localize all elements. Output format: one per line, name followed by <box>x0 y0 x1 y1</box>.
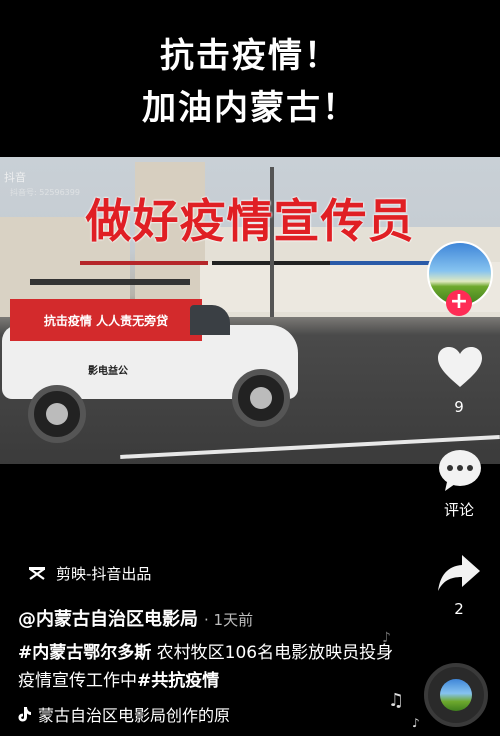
music-note-icon: ♪ <box>382 630 391 646</box>
video-description: #内蒙古鄂尔多斯 农村牧区106名电影放映员投身疫情宣传工作中#共抗疫情 <box>18 639 398 695</box>
post-time: · 1天前 <box>204 611 254 629</box>
like-count: 9 <box>454 398 464 416</box>
hashtag-link[interactable]: #共抗疫情 <box>137 671 219 691</box>
comment-icon[interactable] <box>437 448 483 492</box>
music-note-icon: ♪ <box>412 716 420 730</box>
share-arrow-icon[interactable] <box>436 553 482 593</box>
music-note-icon: ♫ <box>388 690 405 711</box>
video-banner-text: 做好疫情宣传员 <box>85 194 415 248</box>
car-wheel-rear <box>28 385 86 443</box>
author-name-row[interactable]: @内蒙古自治区电影局 · 1天前 <box>18 605 253 631</box>
capcut-logo-icon <box>29 566 45 580</box>
music-disc-button[interactable] <box>424 663 488 727</box>
heart-icon[interactable] <box>436 345 484 389</box>
douyin-watermark: 抖音 <box>4 171 26 184</box>
music-disc-cover <box>440 679 472 711</box>
overlay-title-line2: 加油内蒙古！ <box>142 88 358 128</box>
douyin-music-icon <box>18 707 31 722</box>
shop-sign-1 <box>80 261 208 265</box>
overlay-title-line1: 抗击疫情！ <box>160 36 340 76</box>
car-window <box>190 305 230 335</box>
follow-plus-button[interactable]: + <box>446 290 472 316</box>
capcut-tag[interactable]: 剪映-抖音出品 <box>28 563 151 584</box>
share-count: 2 <box>454 600 464 618</box>
music-marquee[interactable]: 蒙古自治区电影局创作的原 <box>18 702 288 726</box>
video-frame[interactable]: 抖音 抖音号: 52596399 做好疫情宣传员 抗击疫情 人人责无旁贷 影电益… <box>0 157 500 464</box>
car-banner: 抗击疫情 人人责无旁贷 <box>10 299 202 341</box>
car-roof-rack <box>30 279 190 285</box>
car-side-label: 影电益公 <box>88 366 128 377</box>
car-wheel-front <box>232 369 290 427</box>
author-name[interactable]: @内蒙古自治区电影局 <box>18 609 198 630</box>
music-title: 蒙古自治区电影局创作的原 <box>38 706 231 725</box>
comment-label: 评论 <box>443 501 474 519</box>
hashtag-link[interactable]: #内蒙古鄂尔多斯 <box>18 643 151 663</box>
capcut-label: 剪映-抖音出品 <box>56 565 152 583</box>
